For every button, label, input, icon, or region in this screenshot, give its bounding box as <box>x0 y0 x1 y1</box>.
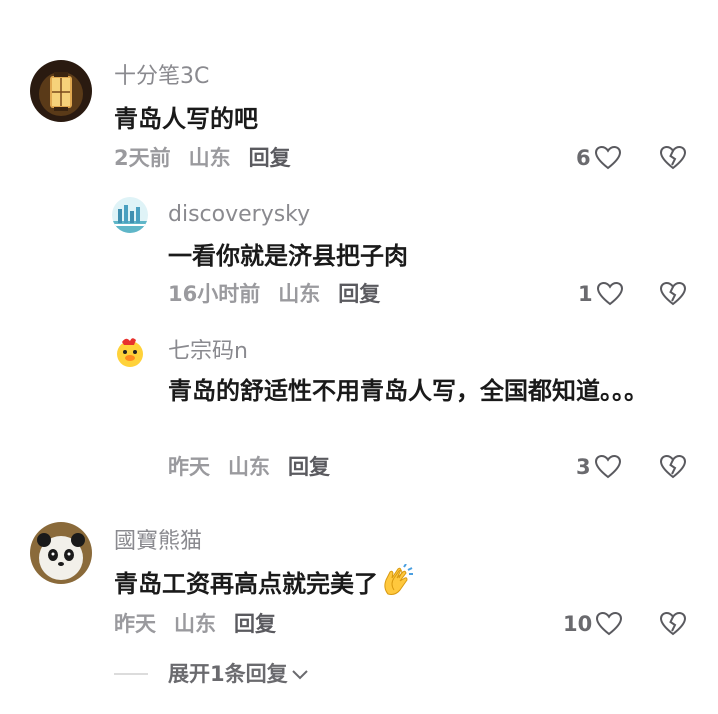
comment-text: 青岛的舒适性不用青岛人写，全国都知道。。。 <box>168 377 648 405</box>
reply-button[interactable]: 回复 <box>249 146 291 170</box>
expand-replies-button[interactable]: 展开1条回复 <box>114 660 310 688</box>
dislike-button[interactable] <box>659 454 687 483</box>
comment-location: 山东 <box>174 612 216 636</box>
comment-time: 16小时前 <box>168 282 261 306</box>
like-count: 3 <box>576 455 591 479</box>
like-button[interactable]: 10 <box>563 610 623 638</box>
comment-location: 山东 <box>278 282 321 306</box>
expand-divider <box>114 673 148 675</box>
comment-time: 昨天 <box>114 612 156 636</box>
comment-meta: 昨天 山东 回复 <box>168 453 348 481</box>
comment-text: 青岛人写的吧 <box>114 105 258 133</box>
username[interactable]: 國寶熊猫 <box>114 528 202 556</box>
like-button[interactable]: 3 <box>576 453 621 481</box>
dislike-button[interactable] <box>659 281 687 310</box>
username[interactable]: 十分笔3C <box>114 63 209 91</box>
user-avatar[interactable] <box>30 60 92 122</box>
reply-button[interactable]: 回复 <box>288 455 330 479</box>
heart-outline-icon <box>596 282 623 306</box>
broken-heart-icon <box>659 611 687 636</box>
reply-button[interactable]: 回复 <box>234 612 276 636</box>
heart-outline-icon <box>594 455 621 479</box>
like-count: 10 <box>563 612 593 636</box>
panda-avatar-icon <box>30 522 92 584</box>
user-avatar[interactable] <box>112 334 148 370</box>
duck-avatar-icon <box>112 334 148 370</box>
comment-location: 山东 <box>228 455 270 479</box>
broken-heart-icon <box>659 454 687 479</box>
like-count: 6 <box>576 146 591 170</box>
clapping-hands-emoji <box>384 563 413 595</box>
broken-heart-icon <box>659 145 687 170</box>
comment-location: 山东 <box>188 146 231 170</box>
comment-text-content: 青岛工资再高点就完美了 <box>114 570 378 598</box>
dislike-button[interactable] <box>659 611 687 640</box>
comment-text: 一看你就是济县把子肉 <box>168 242 408 270</box>
comment-time: 昨天 <box>168 455 210 479</box>
comment-text: 青岛工资再高点就完美了 <box>114 563 594 603</box>
heart-outline-icon <box>594 146 621 170</box>
comment-time: 2天前 <box>114 146 171 170</box>
like-button[interactable]: 6 <box>576 144 621 172</box>
expand-replies-label: 展开1条回复 <box>168 662 288 686</box>
like-button[interactable]: 1 <box>578 280 623 308</box>
username[interactable]: 七宗码n <box>168 338 248 366</box>
like-count: 1 <box>578 282 593 306</box>
user-avatar[interactable] <box>112 197 148 233</box>
dislike-button[interactable] <box>659 145 687 174</box>
comment-meta: 2天前 山东 回复 <box>114 144 309 172</box>
reply-button[interactable]: 回复 <box>338 282 380 306</box>
broken-heart-icon <box>659 281 687 306</box>
skyline-avatar-icon <box>112 197 148 233</box>
lantern-avatar-icon <box>30 60 92 122</box>
comment-meta: 昨天 山东 回复 <box>114 610 294 638</box>
chevron-down-icon <box>291 670 308 680</box>
user-avatar[interactable] <box>30 522 92 584</box>
username[interactable]: discoverysky <box>168 201 310 229</box>
heart-outline-icon <box>596 612 623 636</box>
comment-meta: 16小时前 山东 回复 <box>168 280 398 308</box>
